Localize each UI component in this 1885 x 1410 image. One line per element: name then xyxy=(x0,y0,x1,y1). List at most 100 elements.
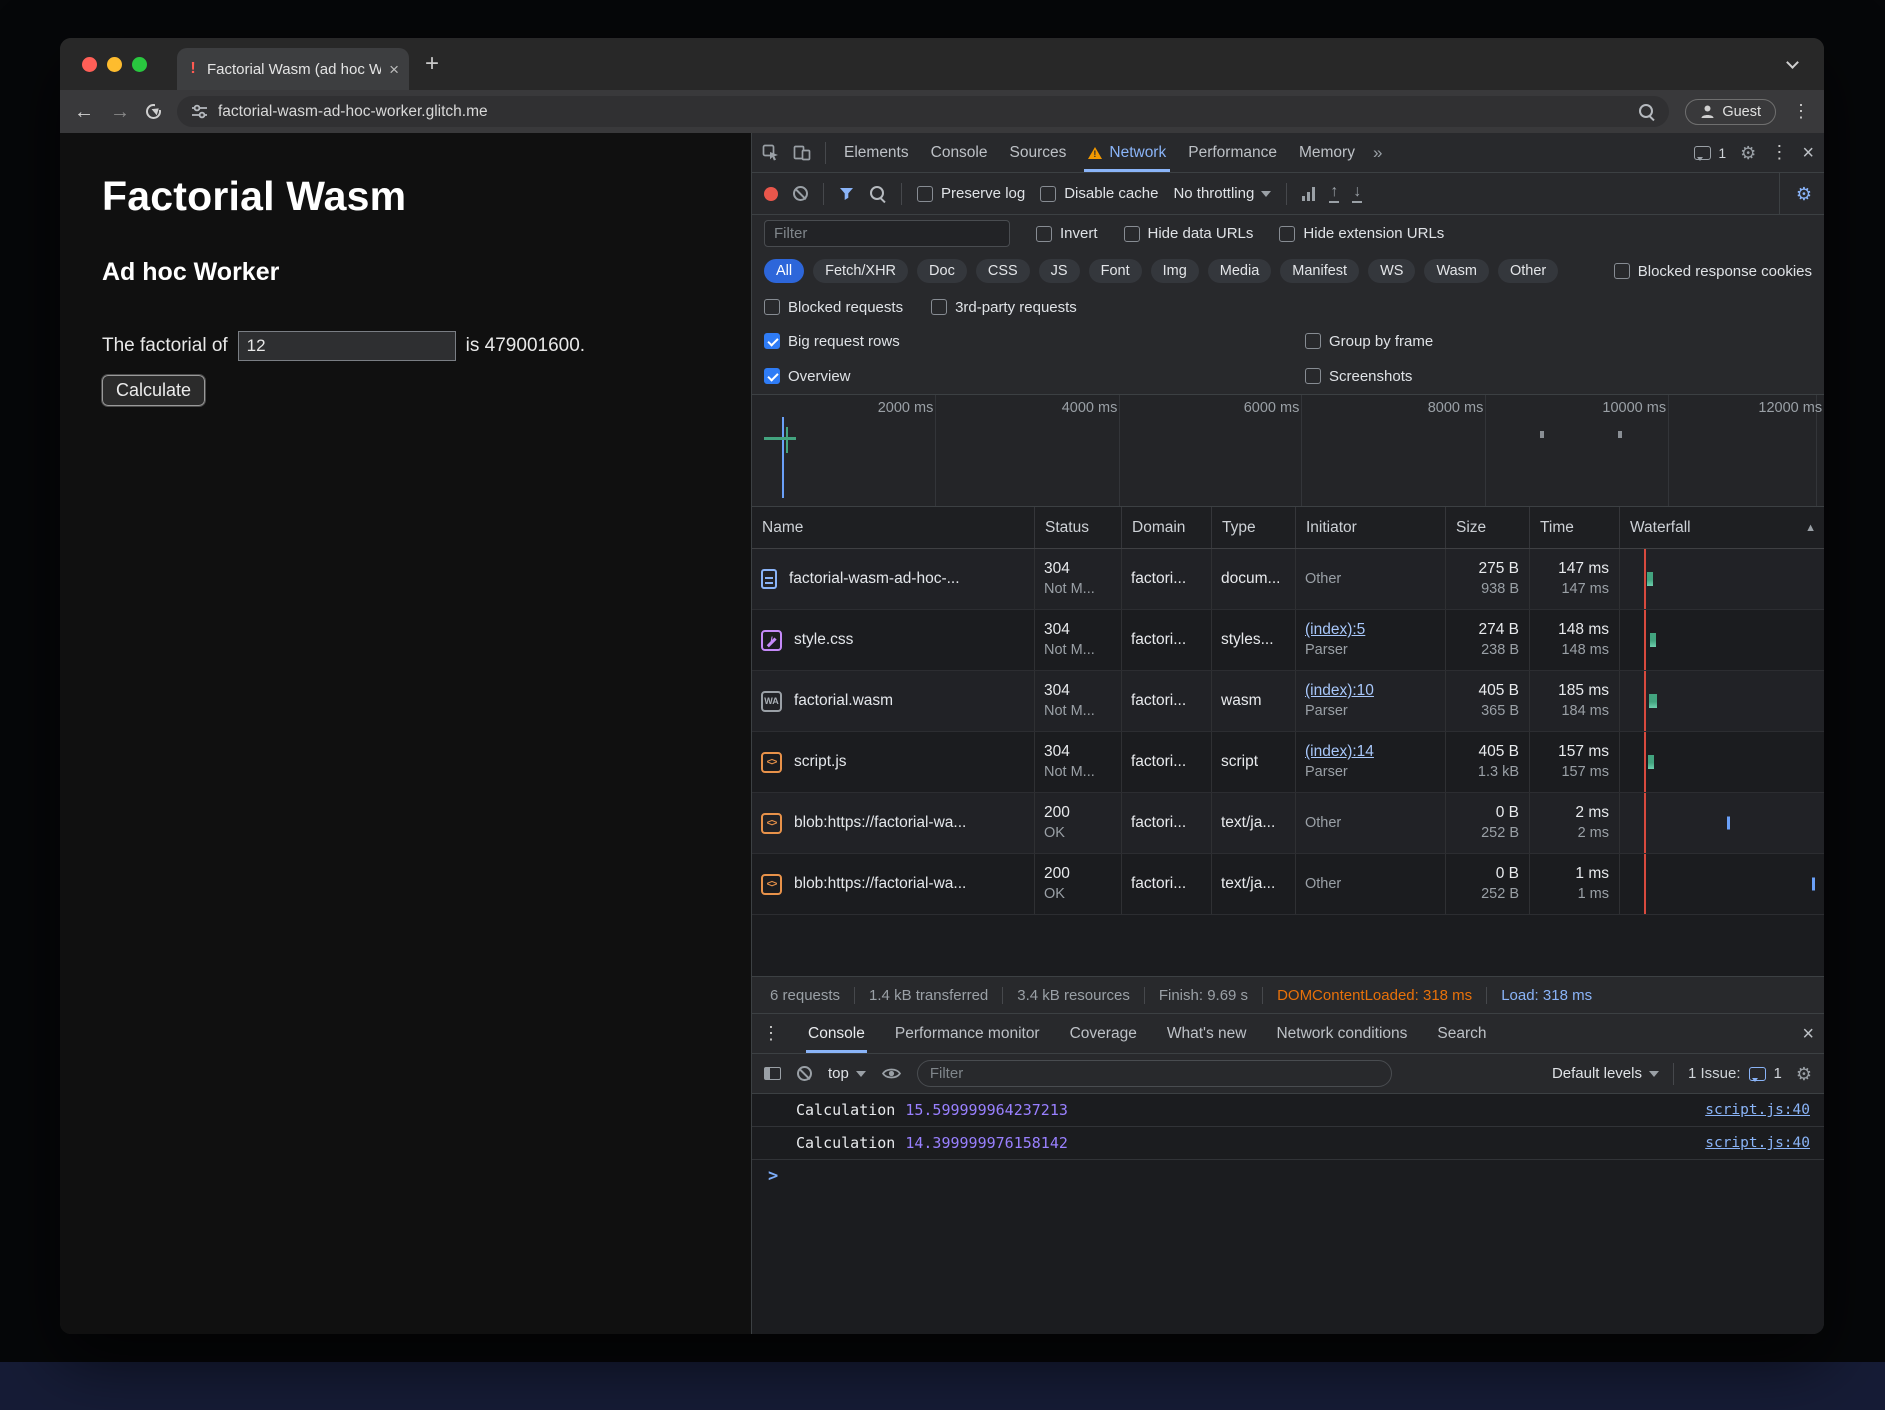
third-party-option[interactable]: 3rd-party requests xyxy=(931,299,1077,316)
preserve-log-checkbox[interactable] xyxy=(917,186,933,202)
drawer-tab-console[interactable]: Console xyxy=(806,1014,867,1053)
site-info-icon[interactable] xyxy=(191,103,208,120)
context-dropdown[interactable]: top xyxy=(828,1065,866,1082)
blocked-requests-option[interactable]: Blocked requests xyxy=(764,299,903,316)
chip-fetch-xhr[interactable]: Fetch/XHR xyxy=(813,259,908,283)
minimize-window-button[interactable] xyxy=(107,57,122,72)
blocked-cookies-checkbox[interactable] xyxy=(1614,263,1630,279)
drawer-tab-coverage[interactable]: Coverage xyxy=(1068,1014,1139,1053)
preserve-log-option[interactable]: Preserve log xyxy=(917,185,1025,202)
inspect-element-icon[interactable] xyxy=(762,144,779,161)
chip-other[interactable]: Other xyxy=(1498,259,1558,283)
issues-bubble-icon[interactable] xyxy=(1694,146,1711,160)
hide-data-urls-checkbox[interactable] xyxy=(1124,226,1140,242)
zoom-window-button[interactable] xyxy=(132,57,147,72)
calculate-button[interactable]: Calculate xyxy=(102,375,205,406)
table-row[interactable]: factorial-wasm-ad-hoc-... 304Not M... fa… xyxy=(752,549,1824,610)
device-toolbar-icon[interactable] xyxy=(793,145,811,161)
table-row[interactable]: <>script.js 304Not M... factori... scrip… xyxy=(752,732,1824,793)
network-settings-icon[interactable]: ⚙ xyxy=(1796,185,1812,203)
screenshots-checkbox[interactable] xyxy=(1305,368,1321,384)
chip-all[interactable]: All xyxy=(764,259,804,283)
console-message[interactable]: Calculation 15.599999964237213 script.js… xyxy=(752,1094,1824,1127)
issues-counter[interactable]: 1 Issue: 1 xyxy=(1688,1065,1782,1082)
close-window-button[interactable] xyxy=(82,57,97,72)
back-icon[interactable]: ← xyxy=(74,102,94,122)
chip-doc[interactable]: Doc xyxy=(917,259,967,283)
drawer-menu-icon[interactable]: ⋮ xyxy=(762,1023,780,1044)
tab-elements[interactable]: Elements xyxy=(840,133,913,172)
network-filter-input[interactable] xyxy=(764,220,1010,247)
tab-performance[interactable]: Performance xyxy=(1184,133,1281,172)
url-bar[interactable]: factorial-wasm-ad-hoc-worker.glitch.me xyxy=(177,96,1669,127)
initiator-link[interactable]: (index):14 xyxy=(1305,743,1374,761)
record-icon[interactable] xyxy=(764,187,778,201)
throttling-dropdown[interactable]: No throttling xyxy=(1173,185,1271,202)
chip-img[interactable]: Img xyxy=(1151,259,1199,283)
third-party-checkbox[interactable] xyxy=(931,299,947,315)
console-sidebar-icon[interactable] xyxy=(764,1067,781,1080)
console-clear-icon[interactable] xyxy=(797,1066,812,1081)
col-status[interactable]: Status xyxy=(1034,507,1121,548)
table-row[interactable]: <>blob:https://factorial-wa... 200OK fac… xyxy=(752,854,1824,915)
tab-search-chevron-icon[interactable] xyxy=(1778,50,1806,78)
devtools-close-icon[interactable]: × xyxy=(1802,143,1814,163)
tab-network[interactable]: Network xyxy=(1084,133,1170,172)
console-filter-input[interactable] xyxy=(917,1060,1392,1087)
hide-extension-urls-option[interactable]: Hide extension URLs xyxy=(1279,225,1444,242)
group-by-frame-option[interactable]: Group by frame xyxy=(1305,333,1433,350)
source-link[interactable]: script.js:40 xyxy=(1705,1102,1810,1118)
col-domain[interactable]: Domain xyxy=(1121,507,1211,548)
new-tab-button[interactable]: + xyxy=(425,50,439,78)
overview-option[interactable]: Overview xyxy=(764,368,851,385)
chip-css[interactable]: CSS xyxy=(976,259,1030,283)
zoom-icon[interactable] xyxy=(1638,103,1655,120)
tab-close-icon[interactable]: × xyxy=(389,61,399,78)
disable-cache-option[interactable]: Disable cache xyxy=(1040,185,1158,202)
filter-funnel-icon[interactable] xyxy=(839,187,854,201)
forward-icon[interactable]: → xyxy=(110,102,130,122)
disable-cache-checkbox[interactable] xyxy=(1040,186,1056,202)
console-message[interactable]: Calculation 14.399999976158142 script.js… xyxy=(752,1127,1824,1160)
drawer-close-icon[interactable]: × xyxy=(1802,1024,1814,1044)
col-time[interactable]: Time xyxy=(1529,507,1619,548)
network-search-icon[interactable] xyxy=(869,185,886,202)
profile-badge[interactable]: Guest xyxy=(1685,99,1776,125)
screenshots-option[interactable]: Screenshots xyxy=(1305,368,1412,385)
blocked-requests-checkbox[interactable] xyxy=(764,299,780,315)
invert-option[interactable]: Invert xyxy=(1036,225,1098,242)
table-row[interactable]: /style.css 304Not M... factori... styles… xyxy=(752,610,1824,671)
invert-checkbox[interactable] xyxy=(1036,226,1052,242)
chip-manifest[interactable]: Manifest xyxy=(1280,259,1359,283)
export-har-icon[interactable]: ↓ xyxy=(1353,184,1361,203)
initiator-link[interactable]: (index):10 xyxy=(1305,682,1374,700)
browser-menu-icon[interactable]: ⋮ xyxy=(1792,101,1810,122)
chip-media[interactable]: Media xyxy=(1208,259,1272,283)
chip-wasm[interactable]: Wasm xyxy=(1424,259,1489,283)
network-conditions-icon[interactable] xyxy=(1302,186,1315,201)
network-overview-timeline[interactable]: 2000 ms 4000 ms 6000 ms 8000 ms 10000 ms… xyxy=(752,395,1824,507)
chip-js[interactable]: JS xyxy=(1039,259,1080,283)
import-har-icon[interactable]: ↑ xyxy=(1330,184,1338,203)
col-waterfall[interactable]: Waterfall▲ xyxy=(1619,507,1824,548)
clear-icon[interactable] xyxy=(793,186,808,201)
devtools-settings-icon[interactable]: ⚙ xyxy=(1740,144,1756,162)
hide-extension-urls-checkbox[interactable] xyxy=(1279,226,1295,242)
tab-console[interactable]: Console xyxy=(927,133,992,172)
col-type[interactable]: Type xyxy=(1211,507,1295,548)
big-request-rows-checkbox[interactable] xyxy=(764,333,780,349)
chip-ws[interactable]: WS xyxy=(1368,259,1415,283)
drawer-tab-network-conditions[interactable]: Network conditions xyxy=(1274,1014,1409,1053)
reload-icon[interactable] xyxy=(146,104,161,119)
drawer-tab-whats-new[interactable]: What's new xyxy=(1165,1014,1249,1053)
col-initiator[interactable]: Initiator xyxy=(1295,507,1445,548)
table-row[interactable]: WAfactorial.wasm 304Not M... factori... … xyxy=(752,671,1824,732)
drawer-tab-performance-monitor[interactable]: Performance monitor xyxy=(893,1014,1042,1053)
tab-memory[interactable]: Memory xyxy=(1295,133,1359,172)
blocked-cookies-option[interactable]: Blocked response cookies xyxy=(1614,263,1812,280)
source-link[interactable]: script.js:40 xyxy=(1705,1135,1810,1151)
devtools-menu-icon[interactable]: ⋮ xyxy=(1770,142,1788,163)
overview-checkbox[interactable] xyxy=(764,368,780,384)
hide-data-urls-option[interactable]: Hide data URLs xyxy=(1124,225,1254,242)
big-request-rows-option[interactable]: Big request rows xyxy=(764,333,900,350)
